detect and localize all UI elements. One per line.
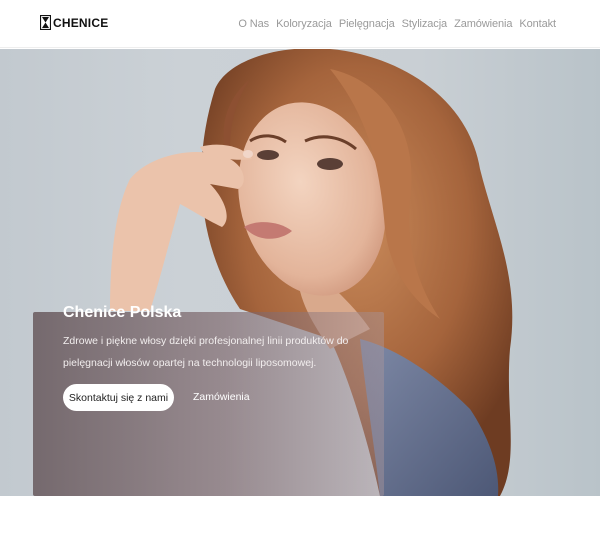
nav-item-o-nas[interactable]: O Nas <box>238 18 269 30</box>
top-navbar: CHENICE O Nas Koloryzacja Pielęgnacja St… <box>0 0 600 48</box>
nav-item-kontakt[interactable]: Kontakt <box>519 18 556 30</box>
orders-link[interactable]: Zamówienia <box>193 391 250 403</box>
hero-title: Chenice Polska <box>63 304 182 321</box>
nav-item-pielegnacja[interactable]: Pielęgnacja <box>339 18 395 30</box>
nav-item-zamowienia[interactable]: Zamówienia <box>454 18 512 30</box>
main-nav: O Nas Koloryzacja Pielęgnacja Stylizacja… <box>238 18 556 30</box>
brand-name: CHENICE <box>53 15 109 30</box>
brand-logo[interactable]: CHENICE <box>40 15 108 30</box>
nav-item-stylizacja[interactable]: Stylizacja <box>402 18 448 30</box>
hero-description: Zdrowe i piękne włosy dzięki profesjonal… <box>63 335 349 369</box>
contact-button[interactable]: Skontaktuj się z nami <box>63 384 174 411</box>
hero-section <box>0 49 600 496</box>
hourglass-logo-icon <box>40 15 51 30</box>
nav-item-koloryzacja[interactable]: Koloryzacja <box>276 18 332 30</box>
